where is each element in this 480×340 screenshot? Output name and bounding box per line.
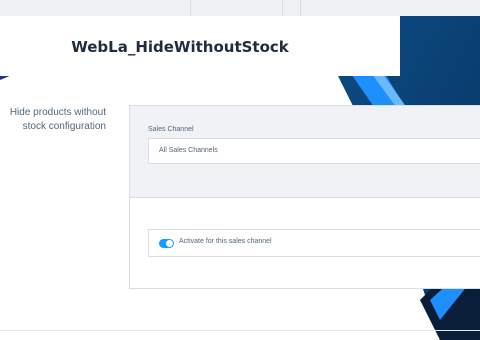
sales-channel-select[interactable]: All Sales Channels <box>148 138 480 164</box>
sales-channel-label: Sales Channel <box>148 126 194 133</box>
top-tab-left[interactable] <box>0 0 191 16</box>
activate-toggle-row[interactable]: Activate for this sales channel <box>148 229 480 257</box>
activate-switch[interactable] <box>159 239 174 248</box>
config-card: Sales Channel All Sales Channels Activat… <box>129 105 480 289</box>
footer-divider <box>0 330 480 331</box>
switch-knob-icon <box>166 240 173 247</box>
activate-label: Activate for this sales channel <box>179 238 272 245</box>
top-tab-middle[interactable] <box>192 0 283 16</box>
section-label-line-2: stock configuration <box>22 121 106 132</box>
sales-channel-section: Sales Channel All Sales Channels <box>130 106 480 198</box>
top-tab-right[interactable] <box>284 0 301 16</box>
top-tab-bar <box>0 0 480 16</box>
page-title: WebLa_HideWithoutStock <box>71 38 289 56</box>
section-label-line-1: Hide products without <box>9 107 106 118</box>
section-label: Hide products without stock configuratio… <box>0 106 106 134</box>
